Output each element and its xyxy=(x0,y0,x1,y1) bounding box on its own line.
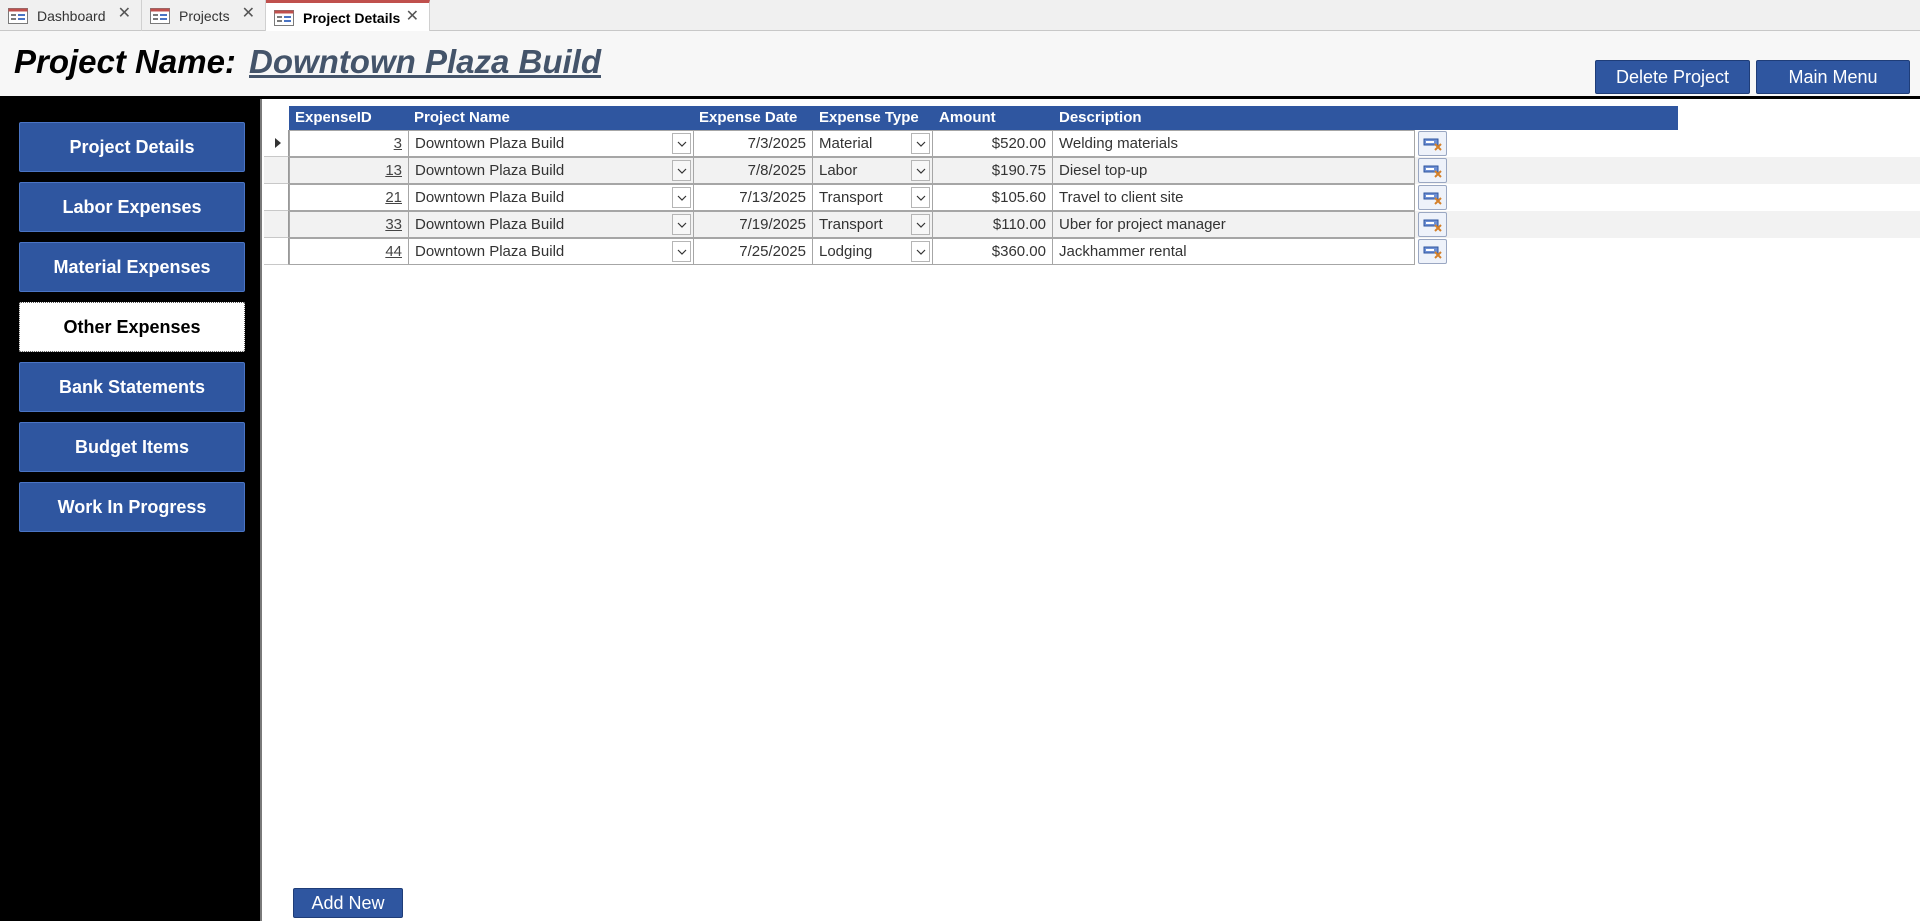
add-new-button[interactable]: Add New xyxy=(293,888,403,918)
expense-date-cell[interactable]: 7/13/2025 xyxy=(693,184,813,211)
record-selector[interactable] xyxy=(264,157,289,184)
form-icon xyxy=(274,9,294,26)
description-cell[interactable]: Uber for project manager xyxy=(1052,211,1415,238)
delete-record-button[interactable] xyxy=(1418,158,1447,183)
form-header: Project Name: Downtown Plaza Build Delet… xyxy=(0,31,1920,99)
delete-record-button[interactable] xyxy=(1418,212,1447,237)
table-row[interactable]: 21 Downtown Plaza Build 7/13/2025 Transp… xyxy=(264,184,1920,211)
document-tab-bar: Dashboard ✕ Projects ✕ Project Details ✕ xyxy=(0,0,1920,32)
chevron-down-icon[interactable] xyxy=(911,160,930,181)
delete-record-icon xyxy=(1423,165,1442,178)
project-name-combo[interactable]: Downtown Plaza Build xyxy=(408,211,694,238)
delete-record-icon xyxy=(1423,138,1442,151)
project-name-label: Project Name: xyxy=(14,43,236,80)
sidebar-item-bank-statements[interactable]: Bank Statements xyxy=(19,362,245,412)
delete-record-icon xyxy=(1423,192,1442,205)
chevron-down-icon[interactable] xyxy=(672,241,691,262)
column-header-project-name[interactable]: Project Name xyxy=(408,106,693,130)
expense-date-cell[interactable]: 7/25/2025 xyxy=(693,238,813,265)
project-name-value[interactable]: Downtown Plaza Build xyxy=(249,43,601,81)
record-selector[interactable] xyxy=(264,184,289,211)
tab-label: Dashboard xyxy=(37,7,106,24)
close-icon[interactable]: ✕ xyxy=(118,6,131,22)
tab-label: Project Details xyxy=(303,9,401,26)
delete-record-icon xyxy=(1423,219,1442,232)
expense-date-cell[interactable]: 7/3/2025 xyxy=(693,130,813,157)
form-icon xyxy=(8,7,28,24)
sidebar-item-other-expenses[interactable]: Other Expenses xyxy=(19,302,245,352)
navigation-sidebar: Project Details Labor Expenses Material … xyxy=(0,99,262,921)
close-icon[interactable]: ✕ xyxy=(406,9,419,25)
chevron-down-icon[interactable] xyxy=(672,160,691,181)
amount-cell[interactable]: $110.00 xyxy=(932,211,1053,238)
amount-cell[interactable]: $520.00 xyxy=(932,130,1053,157)
column-header-expense-date[interactable]: Expense Date xyxy=(693,106,813,130)
column-header-description[interactable]: Description xyxy=(1053,106,1415,130)
record-selector[interactable] xyxy=(264,130,289,157)
column-header-expenseid[interactable]: ExpenseID xyxy=(289,106,408,130)
datasheet-header: ExpenseID Project Name Expense Date Expe… xyxy=(289,106,1678,130)
chevron-down-icon[interactable] xyxy=(911,214,930,235)
chevron-down-icon[interactable] xyxy=(672,133,691,154)
tab-dashboard[interactable]: Dashboard ✕ xyxy=(0,0,142,31)
tab-project-details[interactable]: Project Details ✕ xyxy=(266,0,430,32)
project-name-combo[interactable]: Downtown Plaza Build xyxy=(408,130,694,157)
amount-cell[interactable]: $190.75 xyxy=(932,157,1053,184)
tab-label: Projects xyxy=(179,7,230,24)
sidebar-item-labor-expenses[interactable]: Labor Expenses xyxy=(19,182,245,232)
column-header-expense-type[interactable]: Expense Type xyxy=(813,106,933,130)
table-row[interactable]: 44 Downtown Plaza Build 7/25/2025 Lodgin… xyxy=(264,238,1920,265)
delete-record-button[interactable] xyxy=(1418,185,1447,210)
record-selector-arrow-icon xyxy=(275,138,281,148)
sidebar-item-project-details[interactable]: Project Details xyxy=(19,122,245,172)
amount-cell[interactable]: $360.00 xyxy=(932,238,1053,265)
record-selector[interactable] xyxy=(264,238,289,265)
description-cell[interactable]: Travel to client site xyxy=(1052,184,1415,211)
chevron-down-icon[interactable] xyxy=(911,133,930,154)
delete-record-button[interactable] xyxy=(1418,131,1447,156)
expense-date-cell[interactable]: 7/19/2025 xyxy=(693,211,813,238)
amount-cell[interactable]: $105.60 xyxy=(932,184,1053,211)
sidebar-item-budget-items[interactable]: Budget Items xyxy=(19,422,245,472)
expense-id-cell[interactable]: 21 xyxy=(289,184,409,211)
chevron-down-icon[interactable] xyxy=(911,187,930,208)
description-cell[interactable]: Welding materials xyxy=(1052,130,1415,157)
expense-date-cell[interactable]: 7/8/2025 xyxy=(693,157,813,184)
project-name-combo[interactable]: Downtown Plaza Build xyxy=(408,184,694,211)
expense-id-cell[interactable]: 44 xyxy=(289,238,409,265)
sidebar-item-material-expenses[interactable]: Material Expenses xyxy=(19,242,245,292)
chevron-down-icon[interactable] xyxy=(672,214,691,235)
sidebar-item-work-in-progress[interactable]: Work In Progress xyxy=(19,482,245,532)
expense-id-cell[interactable]: 33 xyxy=(289,211,409,238)
description-cell[interactable]: Diesel top-up xyxy=(1052,157,1415,184)
chevron-down-icon[interactable] xyxy=(911,241,930,262)
column-header-amount[interactable]: Amount xyxy=(933,106,1053,130)
main-menu-button[interactable]: Main Menu xyxy=(1756,60,1910,94)
expense-id-cell[interactable]: 3 xyxy=(289,130,409,157)
project-name-combo[interactable]: Downtown Plaza Build xyxy=(408,238,694,265)
record-selector[interactable] xyxy=(264,211,289,238)
close-icon[interactable]: ✕ xyxy=(242,6,255,22)
expense-id-cell[interactable]: 13 xyxy=(289,157,409,184)
table-row[interactable]: 33 Downtown Plaza Build 7/19/2025 Transp… xyxy=(264,211,1920,238)
delete-record-icon xyxy=(1423,246,1442,259)
project-name-combo[interactable]: Downtown Plaza Build xyxy=(408,157,694,184)
delete-record-button[interactable] xyxy=(1418,239,1447,264)
table-row[interactable]: 3 Downtown Plaza Build 7/3/2025 Material… xyxy=(264,130,1920,157)
chevron-down-icon[interactable] xyxy=(672,187,691,208)
description-cell[interactable]: Jackhammer rental xyxy=(1052,238,1415,265)
table-row[interactable]: 13 Downtown Plaza Build 7/8/2025 Labor $… xyxy=(264,157,1920,184)
tab-projects[interactable]: Projects ✕ xyxy=(142,0,266,31)
delete-project-button[interactable]: Delete Project xyxy=(1595,60,1750,94)
form-icon xyxy=(150,7,170,24)
